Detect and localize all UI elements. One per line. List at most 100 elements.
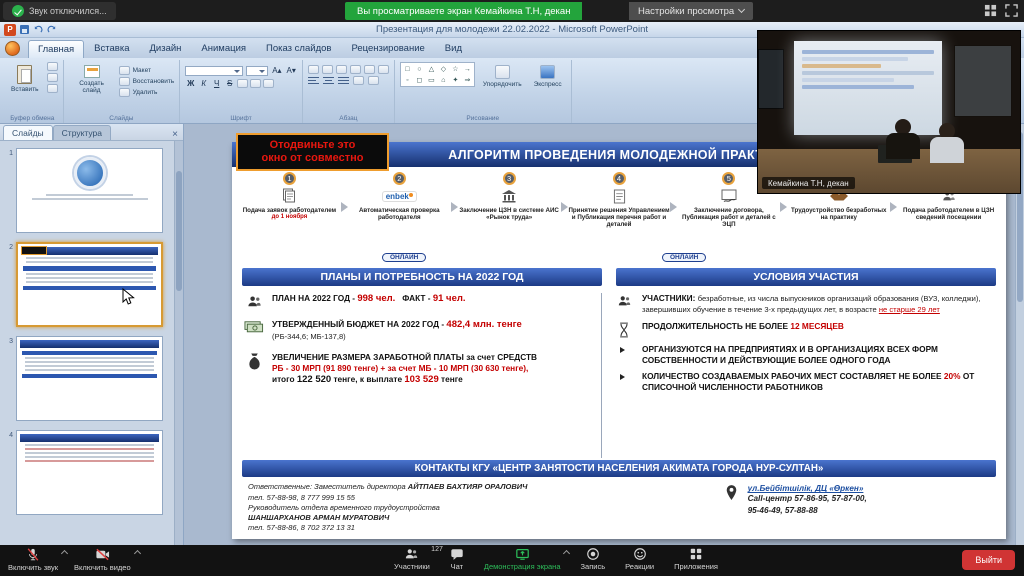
budget-row: УТВЕРЖДЕННЫЙ БЮДЖЕТ НА 2022 ГОД - 482,4 …: [242, 319, 593, 342]
strikethrough-button[interactable]: S: [224, 78, 235, 89]
video-whiteboard: [954, 45, 1012, 117]
slide-thumbnail-3[interactable]: [16, 336, 163, 421]
location-pin-icon: [725, 484, 738, 501]
text-shadow-icon[interactable]: [237, 79, 248, 88]
gallery-view-icon[interactable]: [984, 4, 997, 17]
start-video-label: Включить видео: [74, 563, 131, 572]
drawing-group-label: Рисование: [395, 115, 571, 122]
current-slide[interactable]: АЛГОРИТМ ПРОВЕДЕНИЯ МОЛОДЕЖНОЙ ПРАКТИКИ …: [232, 142, 1006, 539]
record-button[interactable]: Запись: [581, 547, 606, 571]
slide-number: 3: [3, 336, 13, 421]
money-bag-icon: [242, 352, 266, 370]
arrange-button[interactable]: Упорядочить: [479, 62, 526, 91]
office-button[interactable]: [5, 41, 20, 56]
slide-thumbnail-4[interactable]: [16, 430, 163, 515]
share-screen-button[interactable]: Демонстрация экрана: [484, 547, 561, 571]
tab-design[interactable]: Дизайн: [139, 39, 191, 58]
reactions-button[interactable]: Реакции: [625, 547, 654, 571]
cut-icon[interactable]: [47, 62, 58, 71]
redo-icon[interactable]: [47, 25, 57, 35]
start-video-button[interactable]: Включить видео: [74, 547, 131, 572]
participants-button[interactable]: 127 Участники: [394, 547, 430, 571]
panel-close-icon[interactable]: ×: [172, 130, 178, 140]
drawing-group: □○△◇☆→◦◻▭⌂✦⇒ Упорядочить Экспресс Рисова…: [395, 60, 572, 123]
columns-icon[interactable]: [353, 76, 364, 85]
paragraph-group: Абзац: [303, 60, 395, 123]
underline-button[interactable]: Ч: [211, 78, 222, 89]
video-options-chevron[interactable]: [134, 550, 141, 557]
text-direction-icon[interactable]: [378, 65, 389, 74]
participants-icon: [612, 293, 636, 308]
slide-number: 2: [3, 242, 13, 327]
step-number: 2: [393, 172, 406, 185]
participant-video-tile[interactable]: Кемайкина Т.Н, декан: [757, 30, 1021, 194]
audio-options-chevron[interactable]: [61, 550, 68, 557]
reset-button[interactable]: Восстановить: [119, 77, 175, 86]
chat-button[interactable]: Чат: [450, 547, 464, 571]
tab-animation[interactable]: Анимация: [191, 39, 256, 58]
share-screen-icon: [515, 547, 530, 561]
share-options-chevron[interactable]: [563, 550, 570, 557]
save-icon[interactable]: [20, 25, 29, 34]
tab-slideshow[interactable]: Показ слайдов: [256, 39, 341, 58]
apps-button[interactable]: Приложения: [674, 547, 718, 571]
panel-scrollbar[interactable]: [174, 141, 183, 545]
unmute-button[interactable]: Включить звук: [8, 547, 58, 572]
plans-section-header: ПЛАНЫ И ПОТРЕБНОСТЬ НА 2022 ГОД: [242, 268, 602, 286]
video-tv-monitor: [758, 49, 784, 109]
tab-view[interactable]: Вид: [435, 39, 472, 58]
paste-button[interactable]: Вставить: [7, 62, 43, 96]
align-left-icon[interactable]: [308, 76, 319, 85]
slide-content-columns: ПЛАН НА 2022 ГОД - 998 чел. ФАКТ - 91 че…: [232, 288, 1006, 460]
font-size-select[interactable]: [246, 66, 268, 76]
panel-tab-slides[interactable]: Слайды: [3, 125, 53, 140]
bold-button[interactable]: Ж: [185, 78, 196, 89]
flow-arrow-icon: [890, 202, 897, 212]
character-spacing-icon[interactable]: [250, 79, 261, 88]
quick-styles-button[interactable]: Экспресс: [530, 62, 566, 91]
flow-arrow-icon: [341, 202, 348, 212]
zoom-top-bar: Звук отключился... Вы просматриваете экр…: [0, 0, 1024, 22]
align-center-icon[interactable]: [323, 76, 334, 85]
bullets-icon[interactable]: [308, 65, 319, 74]
participants-label: Участники: [394, 562, 430, 571]
flow-step-2: 2 enbek Автоматическая проверка работода…: [348, 172, 451, 253]
tab-review[interactable]: Рецензирование: [341, 39, 434, 58]
shrink-font-icon[interactable]: A▾: [286, 65, 297, 76]
tab-insert[interactable]: Вставка: [84, 39, 139, 58]
shapes-gallery[interactable]: □○△◇☆→◦◻▭⌂✦⇒: [400, 62, 475, 87]
font-color-icon[interactable]: [263, 79, 274, 88]
paste-label: Вставить: [11, 86, 39, 93]
view-settings-button[interactable]: Настройки просмотра: [629, 2, 753, 20]
layout-button[interactable]: Макет: [119, 66, 175, 75]
fullscreen-icon[interactable]: [1005, 4, 1018, 17]
record-icon: [586, 547, 600, 561]
presenter-warning-overlay[interactable]: Отодвиньте это окно от совместно: [236, 133, 389, 171]
line-spacing-icon[interactable]: [364, 65, 375, 74]
enbek-logo: enbek: [382, 186, 417, 206]
align-justify-icon[interactable]: [338, 76, 349, 85]
online-labels-row: ОНЛАЙН ОНЛАЙН: [232, 253, 1006, 266]
flow-arrow-icon: [561, 202, 568, 212]
condition-bullet-2: КОЛИЧЕСТВО СОЗДАВАЕМЫХ РАБОЧИХ МЕСТ СОСТ…: [612, 371, 996, 393]
undo-icon[interactable]: [33, 25, 43, 35]
delete-button[interactable]: Удалить: [119, 88, 175, 97]
format-painter-icon[interactable]: [47, 84, 58, 93]
numbering-icon[interactable]: [322, 65, 333, 74]
leave-meeting-button[interactable]: Выйти: [962, 550, 1015, 570]
smartart-convert-icon[interactable]: [368, 76, 379, 85]
italic-button[interactable]: К: [198, 78, 209, 89]
audio-status-pill[interactable]: Звук отключился...: [3, 2, 116, 20]
indent-increase-icon[interactable]: [350, 65, 361, 74]
slide-thumbnail-2-selected[interactable]: [16, 242, 163, 327]
slide-thumbnail-1[interactable]: [16, 148, 163, 233]
camera-off-icon: [95, 547, 110, 562]
chevron-down-icon: [738, 6, 745, 13]
tab-home[interactable]: Главная: [28, 40, 84, 58]
font-name-select[interactable]: [185, 66, 243, 76]
new-slide-button[interactable]: Создать слайд: [69, 62, 115, 97]
indent-decrease-icon[interactable]: [336, 65, 347, 74]
panel-tab-outline[interactable]: Структура: [53, 125, 111, 140]
grow-font-icon[interactable]: A▴: [271, 65, 282, 76]
copy-icon[interactable]: [47, 73, 58, 82]
